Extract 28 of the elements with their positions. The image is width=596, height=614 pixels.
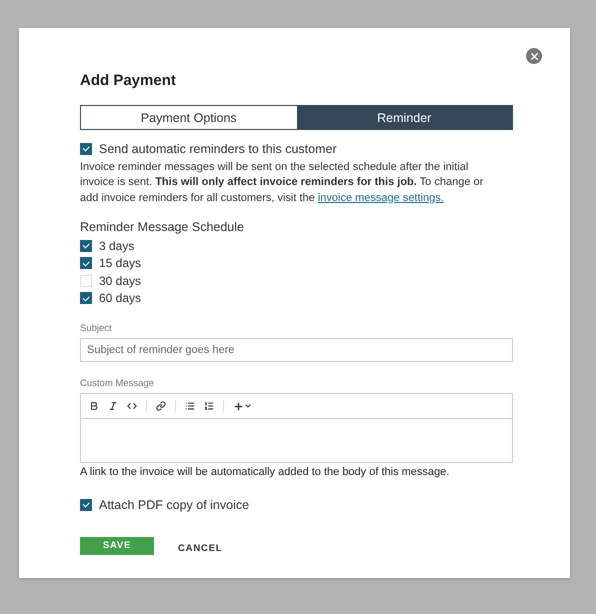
checkbox[interactable]: [80, 142, 92, 155]
checkbox[interactable]: [80, 292, 92, 304]
checkbox-label: Attach PDF copy of invoice: [99, 498, 250, 512]
note-text: A link to the invoice will be automatically added to the body of this message.: [80, 466, 450, 478]
italic-icon[interactable]: [108, 401, 118, 411]
checkbox-label: 60 days: [99, 291, 142, 306]
subject-field[interactable]: Subject of reminder goes here: [80, 338, 513, 362]
checkbox[interactable]: [80, 498, 92, 511]
field-label: Custom Message: [80, 378, 155, 389]
description-text: Invoice reminder messages will be sent on the selected schedule after the initial invoice is sent. This will only affect invoice reminders for this job. To change or add invoice reminders for all customers, visit the invoice message settings.: [80, 160, 484, 206]
settings-link[interactable]: invoice message settings.: [318, 192, 444, 204]
dialog-title: Add Payment: [80, 72, 177, 89]
section-title: Reminder Message Schedule: [80, 220, 245, 234]
cancel-button[interactable]: CANCEL: [172, 542, 228, 554]
checkbox-label: Send automatic reminders to this customer: [99, 142, 337, 156]
code-icon[interactable]: [127, 401, 137, 411]
field-label: Subject: [80, 323, 113, 334]
numbered-list-icon[interactable]: [204, 401, 214, 411]
bold-icon[interactable]: [89, 401, 99, 411]
bullet-list-icon[interactable]: [185, 401, 195, 411]
tab[interactable]: Reminder: [296, 106, 512, 129]
checkbox[interactable]: [80, 257, 92, 270]
checkbox-label: 30 days: [99, 274, 142, 288]
checkbox-label: 15 days: [99, 256, 142, 270]
insert-icon[interactable]: [233, 400, 252, 412]
checkbox-label: 3 days: [99, 238, 134, 253]
checkbox[interactable]: [80, 240, 92, 252]
link-icon[interactable]: [156, 401, 166, 411]
